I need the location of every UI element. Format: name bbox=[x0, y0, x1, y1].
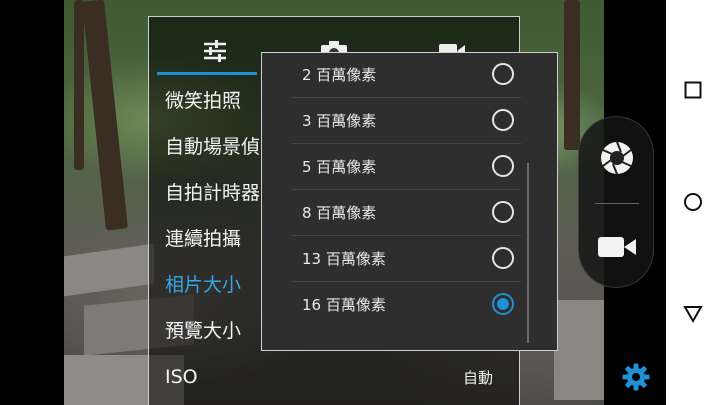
radio-button[interactable] bbox=[492, 155, 514, 177]
tab-general-settings[interactable] bbox=[195, 35, 235, 67]
menu-item-preview-size[interactable]: 預覽大小 bbox=[165, 316, 241, 346]
back-button[interactable] bbox=[680, 301, 706, 327]
recents-button[interactable] bbox=[680, 77, 706, 103]
circle-icon bbox=[684, 193, 702, 211]
shutter-button[interactable] bbox=[592, 133, 642, 183]
option-label: 8 百萬像素 bbox=[302, 204, 377, 222]
option-2mp[interactable]: 2 百萬像素 bbox=[291, 53, 521, 98]
radio-button[interactable] bbox=[492, 247, 514, 269]
capsule-divider bbox=[595, 203, 639, 204]
triangle-back-icon bbox=[683, 306, 703, 324]
home-button[interactable] bbox=[680, 189, 706, 215]
radio-button[interactable] bbox=[492, 201, 514, 223]
iso-value: 自動 bbox=[462, 369, 493, 387]
radio-button-selected[interactable] bbox=[492, 293, 514, 315]
active-tab-indicator bbox=[157, 72, 257, 75]
tree-trunk bbox=[564, 0, 580, 150]
gear-icon bbox=[622, 363, 650, 391]
menu-item-photo-size[interactable]: 相片大小 bbox=[165, 270, 241, 300]
menu-item-self-timer[interactable]: 自拍計時器 bbox=[165, 178, 260, 208]
record-video-button[interactable] bbox=[592, 222, 642, 272]
shutter-aperture-icon bbox=[601, 141, 633, 175]
menu-item-iso[interactable]: ISO bbox=[165, 362, 198, 392]
option-label: 5 百萬像素 bbox=[302, 158, 377, 176]
option-13mp[interactable]: 13 百萬像素 bbox=[291, 236, 521, 282]
option-3mp[interactable]: 3 百萬像素 bbox=[291, 98, 521, 144]
option-5mp[interactable]: 5 百萬像素 bbox=[291, 144, 521, 190]
dialog-scrollbar[interactable] bbox=[527, 163, 529, 343]
stone-slab bbox=[554, 300, 604, 400]
navigation-bar bbox=[666, 0, 720, 405]
menu-item-auto-scene-detect[interactable]: 自動場景偵 bbox=[165, 132, 260, 162]
option-8mp[interactable]: 8 百萬像素 bbox=[291, 190, 521, 236]
radio-button[interactable] bbox=[492, 63, 514, 85]
menu-item-smile-shot[interactable]: 微笑拍照 bbox=[165, 86, 241, 116]
left-black-bar bbox=[0, 0, 64, 405]
option-label: 16 百萬像素 bbox=[302, 296, 386, 314]
square-icon bbox=[684, 81, 702, 99]
option-label: 13 百萬像素 bbox=[302, 250, 386, 268]
option-label: 2 百萬像素 bbox=[302, 66, 377, 84]
option-label: 3 百萬像素 bbox=[302, 112, 377, 130]
video-camera-icon bbox=[598, 237, 636, 257]
radio-button[interactable] bbox=[492, 109, 514, 131]
photo-size-dialog: 2 百萬像素 3 百萬像素 5 百萬像素 8 百萬像素 13 百萬像素 16 百… bbox=[261, 52, 558, 351]
capture-controls bbox=[578, 116, 654, 288]
sliders-icon bbox=[204, 40, 226, 62]
tree-trunk bbox=[82, 0, 128, 231]
menu-item-burst-shot[interactable]: 連續拍攝 bbox=[165, 224, 241, 254]
tree-trunk bbox=[74, 0, 84, 170]
option-16mp[interactable]: 16 百萬像素 bbox=[291, 282, 521, 328]
settings-button[interactable] bbox=[621, 362, 651, 392]
stone-slab bbox=[64, 243, 154, 297]
